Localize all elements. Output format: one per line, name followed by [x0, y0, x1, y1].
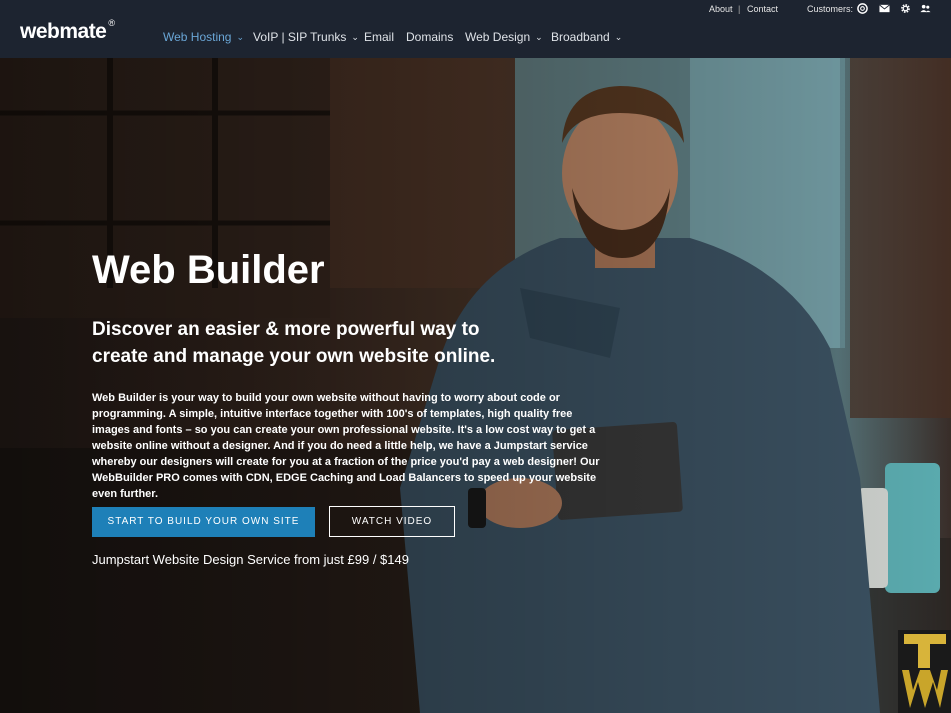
support-icon[interactable]	[857, 3, 868, 14]
webmate-logo[interactable]: webmate ®	[20, 18, 115, 44]
nav-email[interactable]: Email	[364, 30, 394, 44]
nav-label: Web Design	[465, 30, 531, 44]
hero-description: Web Builder is your way to build your ow…	[92, 392, 600, 500]
chevron-down-icon: ⌄	[351, 32, 359, 42]
hero-section: Web Builder Discover an easier & more po…	[0, 58, 951, 713]
customers-label: Customers:	[807, 4, 854, 14]
contact-link[interactable]: Contact	[747, 4, 778, 14]
logo-text: webmate	[20, 20, 107, 43]
nav-web-design[interactable]: Web Design ⌄	[465, 30, 543, 44]
nav-domains[interactable]: Domains	[406, 30, 453, 44]
corner-watermark-logo	[898, 630, 951, 713]
nav-label: Domains	[406, 30, 454, 44]
email-icon[interactable]	[879, 3, 890, 14]
nav-web-hosting[interactable]: Web Hosting ⌄	[163, 30, 244, 44]
site-header: webmate ® About | Contact Customers: Web …	[0, 0, 951, 58]
users-icon[interactable]	[920, 3, 931, 14]
hero-subtitle: Discover an easier & more powerful way t…	[92, 319, 496, 367]
nav-label: Web Hosting	[163, 30, 232, 44]
hero-overlay	[0, 58, 951, 713]
registered-mark: ®	[108, 18, 115, 28]
hero-title: Web Builder	[92, 248, 325, 292]
util-separator: |	[738, 4, 741, 14]
gear-icon[interactable]	[900, 3, 911, 14]
nav-label: Broadband	[551, 30, 610, 44]
watch-video-button[interactable]: WATCH VIDEO	[329, 506, 455, 537]
jumpstart-offer-text: Jumpstart Website Design Service from ju…	[92, 552, 409, 567]
nav-label: VoIP | SIP Trunks	[253, 30, 347, 44]
start-build-site-button[interactable]: START TO BUILD YOUR OWN SITE	[92, 507, 315, 537]
chevron-down-icon: ⌄	[236, 32, 245, 42]
about-link[interactable]: About	[709, 4, 733, 14]
chevron-down-icon: ⌄	[535, 32, 543, 42]
chevron-down-icon: ⌄	[614, 32, 623, 42]
nav-label: Email	[364, 30, 395, 44]
nav-voip[interactable]: VoIP | SIP Trunks ⌄	[253, 30, 359, 44]
nav-broadband[interactable]: Broadband ⌄	[551, 30, 622, 44]
